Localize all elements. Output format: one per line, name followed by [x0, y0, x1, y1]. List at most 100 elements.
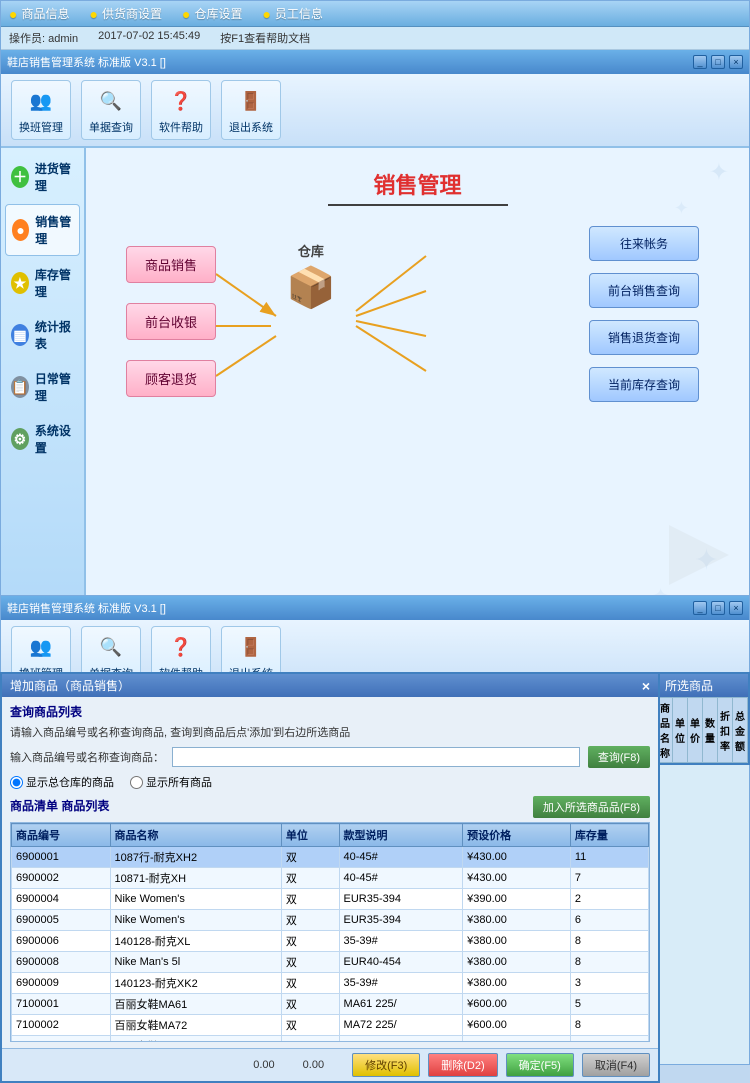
- order-query-button[interactable]: 🔍 单据查询: [81, 80, 141, 140]
- cell-model: 35-39#: [339, 973, 463, 994]
- cell-price: ¥380.00: [463, 910, 571, 931]
- dialog-close-button[interactable]: ×: [642, 678, 650, 694]
- minimize-button-2[interactable]: _: [693, 601, 707, 615]
- accounts-box[interactable]: 往来帐务: [589, 226, 699, 261]
- table-row[interactable]: 6900002 10871-耐克XH 双 40-45# ¥430.00 7: [12, 868, 649, 889]
- cell-unit: 双: [281, 952, 339, 973]
- sidebar-item-inventory[interactable]: ★ 库存管理: [5, 258, 80, 308]
- radio-total-warehouse[interactable]: 显示总仓库的商品: [10, 774, 114, 790]
- sidebar: ＋ 进货管理 ● 销售管理 ★ 库存管理 ▦ 统计报表 📋 日常管理 ⚙ 系统设…: [1, 148, 86, 638]
- cell-unit: 双: [281, 1036, 339, 1043]
- shift-management-button[interactable]: 👥 换班管理: [11, 80, 71, 140]
- nav-staff[interactable]: ● 员工信息: [262, 5, 322, 22]
- cell-price: ¥430.00: [463, 847, 571, 868]
- bullet-icon: ●: [262, 6, 270, 22]
- sidebar-item-settings[interactable]: ⚙ 系统设置: [5, 414, 80, 464]
- close-button[interactable]: ×: [729, 55, 743, 69]
- product-query-input[interactable]: [172, 747, 580, 767]
- big-arrow-decoration: [659, 515, 739, 598]
- cancel-button[interactable]: 取消(F4): [582, 1053, 650, 1077]
- cell-unit: 双: [281, 931, 339, 952]
- nav-product-info[interactable]: ● 商品信息: [9, 5, 69, 22]
- table-row[interactable]: 6900005 Nike Women's 双 EUR35-394 ¥380.00…: [12, 910, 649, 931]
- table-row[interactable]: 7100003 百丽女鞋MA20 双 MA20 225/ ¥1,000.00 5: [12, 1036, 649, 1043]
- cell-id: 6900006: [12, 931, 111, 952]
- col-header-id: 商品编号: [12, 824, 111, 847]
- bottom-value-1: 0.00: [253, 1059, 274, 1071]
- cell-unit: 双: [281, 994, 339, 1015]
- query-button[interactable]: 查询(F8): [588, 746, 650, 768]
- table-row[interactable]: 7100002 百丽女鞋MA72 双 MA72 225/ ¥600.00 8: [12, 1015, 649, 1036]
- cell-model: 40-45#: [339, 868, 463, 889]
- cell-name: 140128-耐克XL: [110, 931, 281, 952]
- product-sales-box[interactable]: 商品销售: [126, 246, 216, 283]
- sidebar-item-purchase[interactable]: ＋ 进货管理: [5, 152, 80, 202]
- help-icon: ❓: [165, 85, 197, 117]
- cell-model: MA61 225/: [339, 994, 463, 1015]
- cell-stock: 7: [570, 868, 648, 889]
- sidebar-item-sales[interactable]: ● 销售管理: [5, 204, 80, 256]
- cell-price: ¥1,000.00: [463, 1036, 571, 1043]
- cell-model: 35-39#: [339, 931, 463, 952]
- current-stock-query-box[interactable]: 当前库存查询: [589, 367, 699, 402]
- table-row[interactable]: 6900006 140128-耐克XL 双 35-39# ¥380.00 8: [12, 931, 649, 952]
- cell-stock: 6: [570, 910, 648, 931]
- cell-unit: 双: [281, 889, 339, 910]
- confirm-button[interactable]: 确定(F5): [506, 1053, 574, 1077]
- close-button-2[interactable]: ×: [729, 601, 743, 615]
- sidebar-item-reports[interactable]: ▦ 统计报表: [5, 310, 80, 360]
- cell-id: 7100001: [12, 994, 111, 1015]
- right-panel-table: 商品名称 单位 单价 数量 折扣率 总金额: [657, 697, 748, 763]
- cell-name: 1087行-耐克XH2: [110, 847, 281, 868]
- bullet-icon: ●: [182, 6, 190, 22]
- nav-warehouse[interactable]: ● 仓库设置: [182, 5, 242, 22]
- sales-return-query-box[interactable]: 销售退货查询: [589, 320, 699, 355]
- col-header-stock: 库存量: [570, 824, 648, 847]
- sales-title: 销售管理: [116, 168, 719, 200]
- cell-name: 百丽女鞋MA61: [110, 994, 281, 1015]
- help-button[interactable]: ❓ 软件帮助: [151, 80, 211, 140]
- cell-stock: 3: [570, 973, 648, 994]
- sidebar-item-daily[interactable]: 📋 日常管理: [5, 362, 80, 412]
- front-cashier-box[interactable]: 前台收银: [126, 303, 216, 340]
- table-row[interactable]: 6900008 Nike Man's 5l 双 EUR40-454 ¥380.0…: [12, 952, 649, 973]
- cell-id: 6900001: [12, 847, 111, 868]
- maximize-button[interactable]: □: [711, 55, 725, 69]
- front-sales-query-box[interactable]: 前台销售查询: [589, 273, 699, 308]
- col-header-unit: 单位: [281, 824, 339, 847]
- cell-price: ¥600.00: [463, 994, 571, 1015]
- cell-unit: 双: [281, 1015, 339, 1036]
- cell-unit: 双: [281, 847, 339, 868]
- warehouse-box: 仓库 📦: [286, 241, 336, 311]
- table-row[interactable]: 7100001 百丽女鞋MA61 双 MA61 225/ ¥600.00 5: [12, 994, 649, 1015]
- rp-col-unit: 单位: [673, 698, 688, 763]
- nav-supplier[interactable]: ● 供货商设置: [89, 5, 161, 22]
- diagram-container: 商品销售 前台收银 顾客退货: [116, 226, 719, 406]
- cell-model: MA20 225/: [339, 1036, 463, 1043]
- sales-icon: ●: [12, 219, 29, 241]
- arrows-right-svg: [346, 236, 476, 436]
- table-row[interactable]: 6900001 1087行-耐克XH2 双 40-45# ¥430.00 11: [12, 847, 649, 868]
- product-table-container[interactable]: 商品编号 商品名称 单位 款型说明 预设价格 库存量 6900001 1087行…: [10, 822, 650, 1042]
- add-selected-button[interactable]: 加入所选商品品(F8): [533, 796, 650, 818]
- table-row[interactable]: 6900009 140123-耐克XK2 双 35-39# ¥380.00 3: [12, 973, 649, 994]
- modify-button[interactable]: 修改(F3): [352, 1053, 420, 1077]
- dialog-content: 查询商品列表 请输入商品编号或名称查询商品, 查询到商品后点'添加'到右边所选商…: [2, 697, 658, 1048]
- cell-stock: 8: [570, 931, 648, 952]
- cell-id: 6900002: [12, 868, 111, 889]
- bullet-icon: ●: [89, 6, 97, 22]
- exit-button[interactable]: 🚪 退出系统: [221, 80, 281, 140]
- radio-all-products[interactable]: 显示所有商品: [130, 774, 212, 790]
- reports-icon: ▦: [11, 324, 29, 346]
- delete-button[interactable]: 删除(D2): [428, 1053, 497, 1077]
- cell-stock: 11: [570, 847, 648, 868]
- radio-row: 显示总仓库的商品 显示所有商品: [10, 774, 650, 790]
- cell-stock: 8: [570, 1015, 648, 1036]
- cell-model: MA72 225/: [339, 1015, 463, 1036]
- customer-return-box[interactable]: 顾客退货: [126, 360, 216, 397]
- window-chrome-top: 鞋店销售管理系统 标准版 V3.1 [] _ □ ×: [1, 50, 749, 74]
- table-row[interactable]: 6900004 Nike Women's 双 EUR35-394 ¥390.00…: [12, 889, 649, 910]
- maximize-button-2[interactable]: □: [711, 601, 725, 615]
- minimize-button[interactable]: _: [693, 55, 707, 69]
- dialog-instruction: 请输入商品编号或名称查询商品, 查询到商品后点'添加'到右边所选商品: [10, 724, 650, 740]
